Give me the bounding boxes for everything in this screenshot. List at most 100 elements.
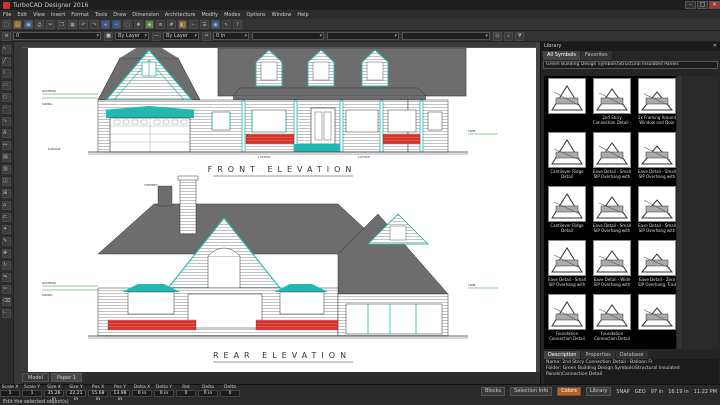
menu-modes[interactable]: Modes: [224, 12, 240, 18]
save-icon[interactable]: ▣: [24, 20, 33, 29]
library-scrollbar[interactable]: [677, 76, 682, 349]
undo-icon[interactable]: ↶: [79, 20, 88, 29]
symbol-thumbnail[interactable]: [546, 78, 588, 129]
rotate-tool-icon[interactable]: ↻: [2, 261, 11, 270]
menu-format[interactable]: Format: [71, 12, 89, 18]
copy-icon[interactable]: ❐: [57, 20, 66, 29]
symbol-thumbnail[interactable]: Eave Detail - Small SIP Overhang with: [546, 240, 588, 291]
tab-database[interactable]: Database: [615, 351, 648, 359]
tab-favorites[interactable]: Favorites: [581, 51, 612, 60]
circle-tool-icon[interactable]: ○: [2, 93, 11, 102]
layer-combo[interactable]: 0: [13, 32, 101, 40]
tab-model[interactable]: Model: [22, 372, 50, 382]
close-button[interactable]: ✕: [709, 1, 720, 9]
geo-indicator[interactable]: GEO: [635, 389, 646, 395]
layer-icon[interactable]: ≡: [156, 20, 165, 29]
symbol-thumbnail[interactable]: Cantilever Ridge Detail: [546, 132, 588, 183]
tab-paper-1[interactable]: Paper 1: [51, 372, 82, 382]
style-combo[interactable]: [252, 32, 324, 40]
tab-blocks[interactable]: Blocks: [480, 387, 506, 396]
symbol-thumbnail[interactable]: Cantilever Ridge Detail: [546, 186, 588, 237]
pan-icon[interactable]: ✥: [134, 20, 143, 29]
color-combo[interactable]: By Layer: [115, 32, 149, 40]
open-file-icon[interactable]: ▤: [13, 20, 22, 29]
erase-tool-icon[interactable]: ⌫: [2, 297, 11, 306]
tab-colors[interactable]: Colors: [557, 387, 581, 396]
menu-options[interactable]: Options: [246, 12, 265, 18]
symbol-thumbnail[interactable]: Eave Detail - Small SIP Overhang with: [591, 132, 633, 183]
drawing-canvas[interactable]: ROOFING SIDING GARAGE TRIM LATTICE LATTI…: [28, 48, 536, 372]
redo-icon[interactable]: ↷: [90, 20, 99, 29]
print-icon[interactable]: ⎙: [35, 20, 44, 29]
menu-window[interactable]: Window: [272, 12, 292, 18]
tab-library[interactable]: Library: [585, 387, 612, 396]
door-tool-icon[interactable]: ◫: [2, 177, 11, 186]
symbol-thumbnail[interactable]: Eave Detail - Small SIP Overhang with: [591, 186, 633, 237]
paste-icon[interactable]: ▦: [68, 20, 77, 29]
linewidth-combo[interactable]: 0 in: [213, 32, 249, 40]
symbol-thumbnail[interactable]: Eave Detail - Zero SIP Overhang, Trad: [636, 240, 678, 291]
window-tool-icon[interactable]: ⊞: [2, 189, 11, 198]
zoom-window-icon[interactable]: ▢: [123, 20, 132, 29]
symbol-thumbnail[interactable]: Foundation Connection Detail: [591, 294, 633, 345]
menu-dimension[interactable]: Dimension: [132, 12, 159, 18]
menu-file[interactable]: File: [3, 12, 11, 18]
modify-tool-icon[interactable]: ✎: [2, 237, 11, 246]
coord-value-input[interactable]: 0 in: [154, 390, 174, 397]
dimension-tool-icon[interactable]: ↔: [2, 141, 11, 150]
wall-tool-icon[interactable]: ▥: [2, 165, 11, 174]
menu-view[interactable]: View: [33, 12, 45, 18]
line-tool-icon[interactable]: ╱: [2, 57, 11, 66]
menu-modify[interactable]: Modify: [202, 12, 219, 18]
grid-icon[interactable]: #: [167, 20, 176, 29]
help-icon[interactable]: ?: [233, 20, 242, 29]
library-path-combo[interactable]: Green Building Design Symbols\Structural…: [543, 61, 718, 69]
menu-insert[interactable]: Insert: [51, 12, 65, 18]
text-style-combo[interactable]: [402, 32, 490, 40]
measure-icon[interactable]: ⊢: [189, 20, 198, 29]
menu-tools[interactable]: Tools: [95, 12, 107, 18]
arc-tool-icon[interactable]: ◠: [2, 105, 11, 114]
new-file-icon[interactable]: □: [2, 20, 11, 29]
roof-tool-icon[interactable]: ⌂: [2, 201, 11, 210]
color-icon[interactable]: ■: [104, 31, 113, 41]
ortho-icon[interactable]: ⊥: [504, 31, 513, 41]
view-icon[interactable]: ◧: [178, 20, 187, 29]
symbol-thumbnail[interactable]: 2nd Story Connection Detail - Standard: [591, 78, 633, 129]
polyline-tool-icon[interactable]: ⌇: [2, 69, 11, 78]
coord-value-input[interactable]: 0 in: [198, 390, 218, 397]
coord-value-input[interactable]: 35.26 in: [44, 390, 64, 402]
symbol-tool-icon[interactable]: ✦: [2, 225, 11, 234]
select-tool-icon[interactable]: ↖: [2, 45, 11, 54]
coord-value-input[interactable]: 0: [220, 390, 240, 397]
symbol-thumbnail[interactable]: Eave Detail - Small SIP Overhang with: [636, 132, 678, 183]
tab-selection-info[interactable]: Selection Info: [510, 387, 553, 396]
stair-tool-icon[interactable]: ⊏: [2, 213, 11, 222]
symbol-thumbnail[interactable]: 2x Framing Around Window and Door: [636, 78, 678, 129]
linetype-icon[interactable]: —: [152, 31, 161, 41]
render-icon[interactable]: ◆: [145, 20, 154, 29]
coord-value-input[interactable]: 0 in: [132, 390, 152, 397]
move-tool-icon[interactable]: ✥: [2, 249, 11, 258]
properties-icon[interactable]: ☰: [200, 20, 209, 29]
linetype-combo[interactable]: By Layer: [163, 32, 199, 40]
text-tool-icon[interactable]: A: [2, 129, 11, 138]
symbol-thumbnail[interactable]: Foundation Connection Detail: [546, 294, 588, 345]
tab-properties[interactable]: Properties: [581, 351, 615, 359]
library-close-icon[interactable]: ✕: [713, 42, 717, 51]
menu-help[interactable]: Help: [297, 12, 308, 18]
minimize-button[interactable]: –: [685, 1, 696, 9]
coord-value-input[interactable]: 13.98 in: [110, 390, 130, 402]
coord-value-input[interactable]: 0: [176, 390, 196, 397]
coord-value-input[interactable]: 1: [0, 390, 20, 397]
symbol-thumbnail[interactable]: Eave Detail - Wide SIP Overhang with: [591, 240, 633, 291]
zoom-out-icon[interactable]: −: [112, 20, 121, 29]
menu-draw[interactable]: Draw: [113, 12, 126, 18]
select-icon[interactable]: ↖: [222, 20, 231, 29]
tab-all-symbols[interactable]: All Symbols: [543, 51, 581, 60]
coord-value-input[interactable]: 22.21 in: [66, 390, 86, 402]
menu-edit[interactable]: Edit: [17, 12, 27, 18]
measure-tool-icon[interactable]: ⊢: [2, 309, 11, 318]
linewidth-icon[interactable]: ═: [202, 31, 211, 41]
pattern-combo[interactable]: [327, 32, 399, 40]
